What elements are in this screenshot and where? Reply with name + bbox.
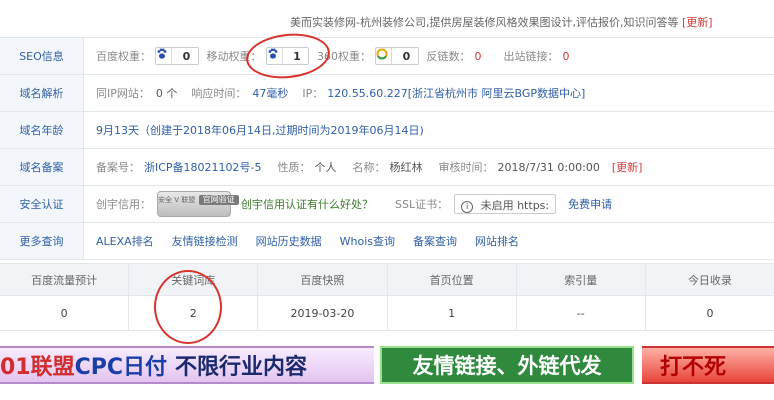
site-rank-link[interactable]: 网站排名 bbox=[475, 233, 519, 249]
site-description: 美而实装修网-杭州装修公司,提供房屋装修风格效果图设计,评估报价,知识问答等 [… bbox=[290, 14, 713, 30]
more-queries-label: 更多查询 bbox=[0, 223, 84, 259]
icp-query-link[interactable]: 备案查询 bbox=[413, 233, 457, 249]
stats-value-snapshot[interactable]: 2019-03-20 bbox=[258, 296, 388, 330]
icp-name-label: 名称： bbox=[352, 161, 386, 174]
mobile-weight-label: 移动权重： bbox=[206, 50, 262, 63]
site-history-link[interactable]: 网站历史数据 bbox=[256, 233, 322, 249]
ad-banner-cpc[interactable]: 01联盟 CPC日付 不限行业内容 bbox=[0, 346, 374, 384]
stats-header-row: 百度流量预计 关键词库 百度快照 首页位置 索引量 今日收录 bbox=[0, 263, 774, 296]
s360-weight-badge[interactable]: 0 bbox=[375, 47, 419, 65]
icp-label: 域名备案 bbox=[0, 149, 84, 185]
credit-stamp-top: 安全 V 联盟 bbox=[158, 196, 196, 204]
ad-banner-cpc-brand: 01联盟 bbox=[0, 355, 75, 380]
credit-stamp-bottom: 官网验证 bbox=[198, 195, 239, 205]
seo-label: SEO信息 bbox=[0, 38, 84, 74]
mobile-weight-value: 1 bbox=[293, 50, 301, 63]
response-time-label: 响应时间： bbox=[191, 87, 247, 100]
dns-row: 域名解析 同IP网站： 0 个 响应时间： 47毫秒 IP： 120.55.60… bbox=[0, 75, 774, 112]
icp-row: 域名备案 备案号： 浙ICP备18021102号-5 性质： 个人 名称： 杨红… bbox=[0, 149, 774, 186]
icp-nature-value: 个人 bbox=[314, 161, 337, 174]
ssl-label: SSL证书： bbox=[395, 198, 449, 211]
stats-value-traffic: 0 bbox=[0, 296, 130, 330]
site-description-text: 美而实装修网-杭州装修公司,提供房屋装修风格效果图设计,评估报价,知识问答等 bbox=[290, 16, 679, 29]
dns-label: 域名解析 bbox=[0, 75, 84, 111]
ip-value[interactable]: 120.55.60.227[浙江省杭州市 阿里云BGP数据中心] bbox=[327, 85, 585, 101]
ad-banner-third[interactable]: 打不死 bbox=[642, 346, 774, 384]
paw-icon bbox=[156, 48, 172, 64]
icp-update-link[interactable]: [更新] bbox=[612, 159, 643, 175]
stats-header-index: 索引量 bbox=[517, 264, 646, 295]
credit-label: 创宇信用： bbox=[96, 198, 151, 211]
stats-header-snapshot: 百度快照 bbox=[258, 264, 388, 295]
ssl-status: 未启用 https: bbox=[480, 199, 550, 212]
free-apply-link[interactable]: 免费申请 bbox=[568, 196, 612, 212]
credit-benefit-link[interactable]: 创宇信用认证有什么好处？ bbox=[241, 196, 373, 212]
icp-number-value[interactable]: 浙ICP备18021102号-5 bbox=[144, 159, 262, 175]
baidu-weight-label: 百度权重： bbox=[96, 50, 151, 63]
backlinks-label: 反链数： bbox=[426, 50, 471, 63]
icp-audit-value: 2018/7/31 0:00:00 bbox=[497, 160, 600, 174]
backlinks-value[interactable]: 0 bbox=[475, 50, 482, 63]
seo-row: SEO信息 百度权重： 0 移动权重： 1 360权重： 0 反链数： 0 出站… bbox=[0, 38, 774, 75]
baidu-weight-badge[interactable]: 0 bbox=[155, 47, 199, 65]
site-info-table: SEO信息 百度权重： 0 移动权重： 1 360权重： 0 反链数： 0 出站… bbox=[0, 38, 774, 260]
outlinks-value[interactable]: 0 bbox=[563, 50, 570, 63]
friend-link-check-link[interactable]: 友情链接检测 bbox=[172, 233, 238, 249]
stats-header-home-position: 首页位置 bbox=[388, 264, 517, 295]
stats-header-today: 今日收录 bbox=[687, 273, 732, 287]
ad-banner-cpc-scope: 不限行业内容 bbox=[175, 355, 308, 380]
update-description-link[interactable]: [更新] bbox=[682, 16, 713, 29]
credit-stamp[interactable]: 安全 V 联盟 官网验证 bbox=[157, 191, 239, 217]
alexa-rank-link[interactable]: ALEXA排名 bbox=[96, 233, 154, 249]
s360-weight-label: 360权重： bbox=[317, 50, 371, 63]
ad-banner-cpc-pay: CPC日付 bbox=[74, 355, 168, 380]
site-description-bar: 美而实装修网-杭州装修公司,提供房屋装修风格效果图设计,评估报价,知识问答等 [… bbox=[0, 0, 774, 38]
paw-icon bbox=[267, 48, 283, 64]
same-ip-value[interactable]: 0 个 bbox=[156, 85, 178, 101]
stats-value-today: 0 bbox=[706, 306, 714, 320]
mobile-weight-badge[interactable]: 1 bbox=[265, 47, 309, 65]
s360-logo-icon bbox=[376, 48, 392, 64]
icp-number-label: 备案号： bbox=[96, 161, 140, 174]
ip-label: IP： bbox=[302, 87, 324, 100]
more-queries-row: 更多查询 ALEXA排名 友情链接检测 网站历史数据 Whois查询 备案查询 … bbox=[0, 223, 774, 260]
domain-age-label: 域名年龄 bbox=[0, 112, 84, 148]
stats-table: 百度流量预计 关键词库 百度快照 首页位置 索引量 今日收录 0 2 2019-… bbox=[0, 263, 774, 331]
icp-audit-label: 审核时间： bbox=[438, 161, 494, 174]
baidu-weight-value: 0 bbox=[182, 50, 191, 63]
same-ip-label: 同IP网站： bbox=[96, 87, 150, 100]
security-label: 安全认证 bbox=[0, 186, 84, 222]
stats-value-index: -- bbox=[517, 296, 646, 330]
ad-banner-links[interactable]: 友情链接、外链代发 bbox=[380, 346, 634, 384]
s360-weight-value: 0 bbox=[402, 50, 411, 63]
domain-age-row: 域名年龄 9月13天（创建于2018年06月14日,过期时间为2019年06月1… bbox=[0, 112, 774, 149]
icp-name-value: 杨红林 bbox=[389, 161, 423, 174]
whois-query-link[interactable]: Whois查询 bbox=[340, 233, 395, 249]
ad-banner-third-text: 打不死 bbox=[660, 355, 727, 380]
ssl-status-box[interactable]: i 未启用 https: bbox=[454, 194, 557, 214]
stats-header-traffic: 百度流量预计 bbox=[0, 264, 130, 295]
stats-header-keywords: 关键词库 bbox=[129, 264, 259, 295]
response-time-value: 47毫秒 bbox=[252, 87, 289, 100]
stats-value-keywords[interactable]: 2 bbox=[129, 296, 259, 330]
stats-value-row: 0 2 2019-03-20 1 -- 0 bbox=[0, 296, 774, 331]
outlinks-label: 出站链接： bbox=[503, 50, 559, 63]
icp-nature-label: 性质： bbox=[277, 161, 311, 174]
security-row: 安全认证 创宇信用： 安全 V 联盟 官网验证 创宇信用认证有什么好处？ SSL… bbox=[0, 186, 774, 223]
ad-banner-links-text: 友情链接、外链代发 bbox=[412, 354, 602, 378]
domain-age-value: 9月13天（创建于2018年06月14日,过期时间为2019年06月14日) bbox=[96, 124, 424, 137]
info-icon: i bbox=[461, 201, 474, 213]
stats-value-home-position: 1 bbox=[388, 296, 517, 330]
